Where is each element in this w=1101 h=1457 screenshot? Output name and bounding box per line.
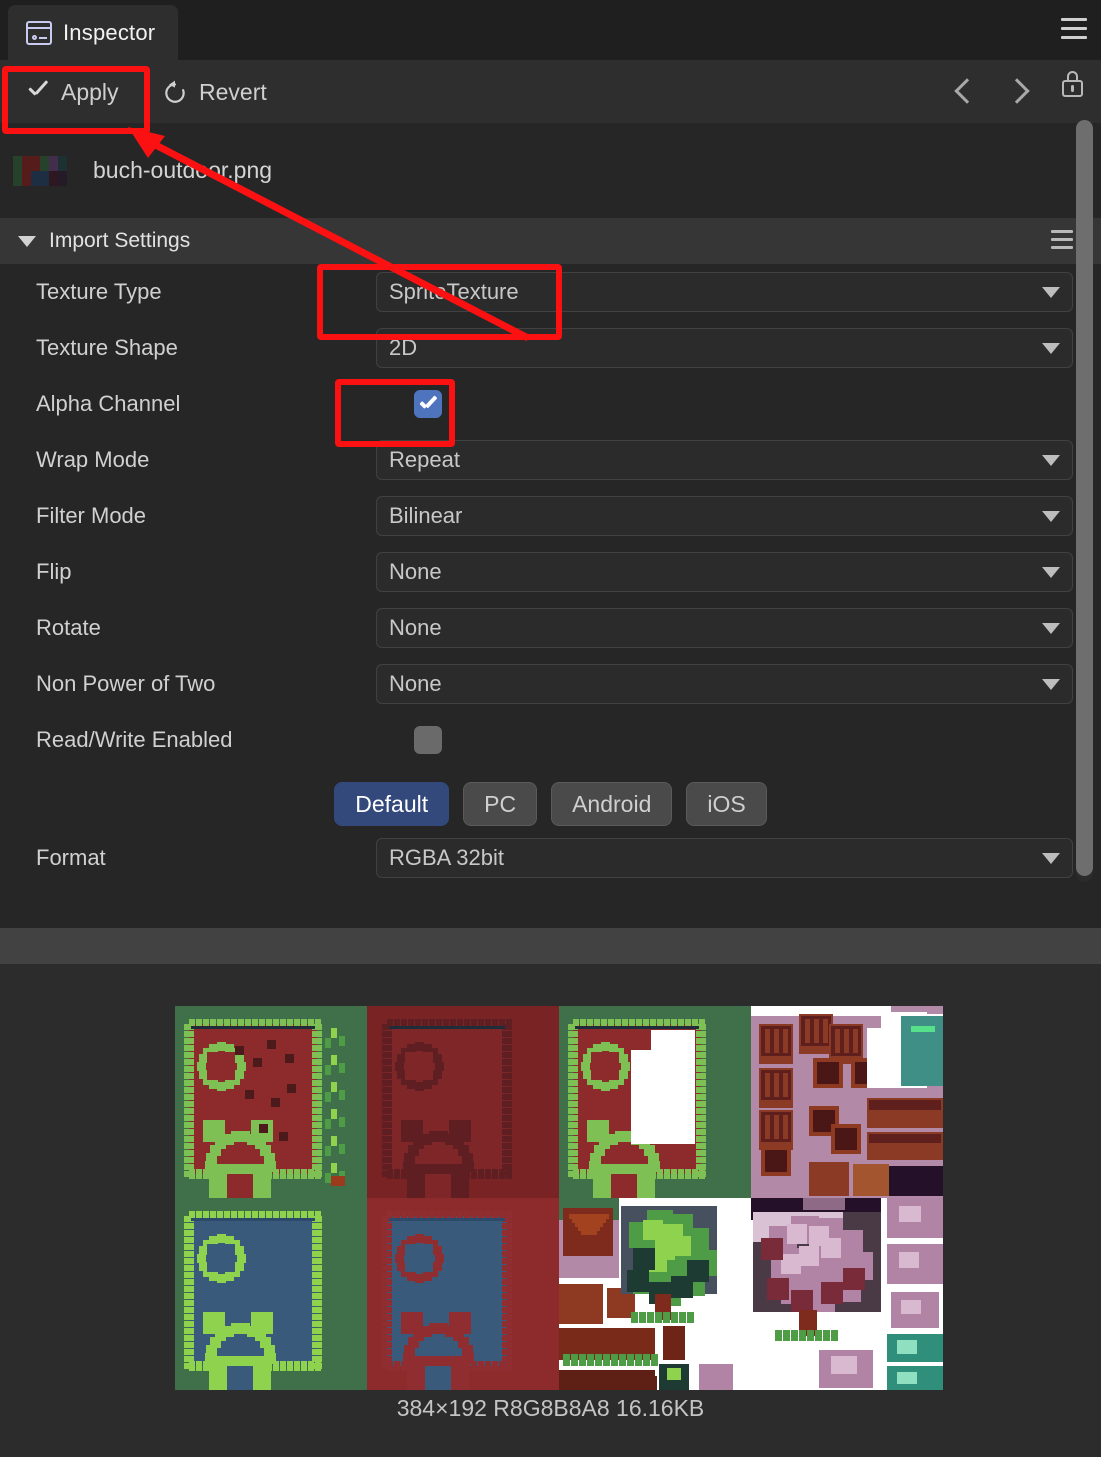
field-label: Texture Type — [36, 279, 376, 305]
field-value: SpriteTexture — [389, 279, 519, 305]
field-label: Flip — [36, 559, 376, 585]
chevron-down-icon — [1042, 679, 1060, 690]
settings-row: Read/Write Enabled — [0, 712, 1101, 768]
revert-button[interactable]: Revert — [152, 72, 277, 112]
field-select[interactable]: None — [376, 664, 1073, 704]
field-select[interactable]: None — [376, 608, 1073, 648]
file-name: buch-outdoor.png — [93, 157, 272, 184]
platform-tab-ios[interactable]: iOS — [686, 782, 766, 826]
settings-scroll-area[interactable]: Texture Type SpriteTexture Texture Shape 2D… — [0, 264, 1101, 928]
field-label: Rotate — [36, 615, 376, 641]
field-label: Texture Shape — [36, 335, 376, 361]
platform-tab-default[interactable]: Default — [334, 782, 449, 826]
inspector-panel: Inspector Apply Revert buch-outdoor.png — [0, 0, 1101, 1457]
lock-icon — [1062, 80, 1083, 97]
apply-button[interactable]: Apply — [14, 72, 131, 112]
chevron-down-icon — [1042, 567, 1060, 578]
check-icon — [26, 80, 50, 104]
field-select[interactable]: 2D — [376, 328, 1073, 368]
format-row: Format RGBA 32bit — [0, 832, 1101, 884]
field-label: Wrap Mode — [36, 447, 376, 473]
texture-thumbnail — [13, 156, 67, 186]
format-label: Format — [36, 845, 376, 871]
chevron-down-icon — [1042, 455, 1060, 466]
panel-divider[interactable] — [0, 928, 1101, 964]
chevron-right-icon — [1004, 78, 1029, 103]
field-checkbox[interactable] — [414, 390, 442, 418]
settings-row: Texture Shape 2D — [0, 320, 1101, 376]
settings-row: Rotate None — [0, 600, 1101, 656]
sprite-tile — [175, 1198, 367, 1390]
settings-row: Non Power of Two None — [0, 656, 1101, 712]
lock-button[interactable] — [1055, 72, 1089, 112]
field-value: None — [389, 559, 442, 585]
sprite-preview-image — [175, 1006, 943, 1390]
field-label: Alpha Channel — [36, 391, 376, 417]
field-value: None — [389, 671, 442, 697]
tab-inspector[interactable]: Inspector — [8, 5, 178, 60]
field-select[interactable]: SpriteTexture — [376, 272, 1073, 312]
field-value: 2D — [389, 335, 417, 361]
preview-caption: 384×192 R8G8B8A8 16.16KB — [0, 1395, 1101, 1422]
caret-down-icon[interactable] — [18, 236, 36, 247]
undo-icon — [162, 79, 188, 105]
forward-button[interactable] — [1001, 72, 1035, 112]
sprite-tile — [175, 1006, 367, 1198]
tab-bar: Inspector — [0, 0, 1101, 60]
sprite-tile — [367, 1198, 559, 1390]
field-value: None — [389, 615, 442, 641]
sprite-tile — [559, 1198, 751, 1390]
tab-inspector-label: Inspector — [63, 20, 155, 46]
format-select[interactable]: RGBA 32bit — [376, 838, 1073, 878]
file-row: buch-outdoor.png — [0, 123, 1101, 218]
field-select[interactable]: Repeat — [376, 440, 1073, 480]
platform-tab-android[interactable]: Android — [551, 782, 672, 826]
section-menu-icon[interactable] — [1051, 230, 1073, 254]
platform-tab-pc[interactable]: PC — [463, 782, 537, 826]
vertical-scrollbar[interactable] — [1076, 120, 1093, 882]
chevron-down-icon — [1042, 287, 1060, 298]
sprite-tile — [367, 1006, 559, 1198]
platform-tabs: Default PC Android iOS — [0, 768, 1101, 832]
chevron-down-icon — [1042, 343, 1060, 354]
import-settings-title: Import Settings — [49, 229, 190, 253]
back-button[interactable] — [947, 72, 981, 112]
chevron-down-icon — [1042, 511, 1060, 522]
field-value: Repeat — [389, 447, 460, 473]
revert-button-label: Revert — [199, 79, 267, 106]
sprite-tile — [751, 1006, 943, 1198]
field-select[interactable]: Bilinear — [376, 496, 1073, 536]
scrollbar-thumb[interactable] — [1076, 120, 1093, 876]
import-settings-header[interactable]: Import Settings — [0, 218, 1101, 264]
sprite-tile — [751, 1198, 943, 1390]
chevron-down-icon — [1042, 853, 1060, 864]
chevron-down-icon — [1042, 623, 1060, 634]
settings-row: Flip None — [0, 544, 1101, 600]
field-label: Filter Mode — [36, 503, 376, 529]
field-label: Non Power of Two — [36, 671, 376, 697]
sprite-tile — [559, 1006, 751, 1198]
inspector-panel-icon — [26, 21, 52, 45]
settings-row: Wrap Mode Repeat — [0, 432, 1101, 488]
chevron-left-icon — [954, 78, 979, 103]
hamburger-menu-icon[interactable] — [1061, 18, 1087, 40]
settings-row: Filter Mode Bilinear — [0, 488, 1101, 544]
settings-row: Alpha Channel — [0, 376, 1101, 432]
field-select[interactable]: None — [376, 552, 1073, 592]
field-value: Bilinear — [389, 503, 462, 529]
format-value: RGBA 32bit — [389, 845, 504, 871]
field-checkbox[interactable] — [414, 726, 442, 754]
navigation-icons — [947, 72, 1089, 112]
field-label: Read/Write Enabled — [36, 727, 376, 753]
apply-button-label: Apply — [61, 79, 119, 106]
settings-row: Texture Type SpriteTexture — [0, 264, 1101, 320]
action-bar: Apply Revert — [0, 60, 1101, 123]
